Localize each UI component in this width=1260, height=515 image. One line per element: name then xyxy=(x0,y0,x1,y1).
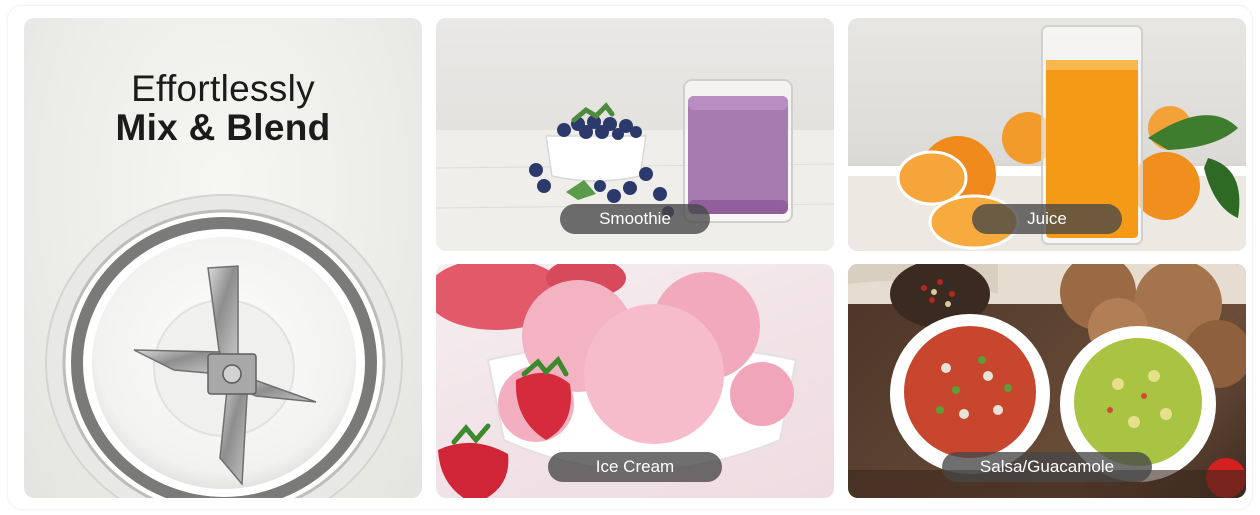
tile-label-ice-cream: Ice Cream xyxy=(548,452,722,482)
juice-tile[interactable]: Juice xyxy=(848,18,1246,251)
blender-blade-icon xyxy=(45,194,403,498)
smoothie-tile[interactable]: Smoothie xyxy=(436,18,834,251)
salsa-guacamole-tile[interactable]: Salsa/Guacamole xyxy=(848,264,1246,498)
tile-label-salsa-guacamole: Salsa/Guacamole xyxy=(942,452,1152,482)
tile-label-smoothie: Smoothie xyxy=(560,204,710,234)
tile-label-juice: Juice xyxy=(972,204,1122,234)
hero-panel: Effortlessly Mix & Blend xyxy=(24,18,422,498)
ice-cream-tile[interactable]: Ice Cream xyxy=(436,264,834,498)
